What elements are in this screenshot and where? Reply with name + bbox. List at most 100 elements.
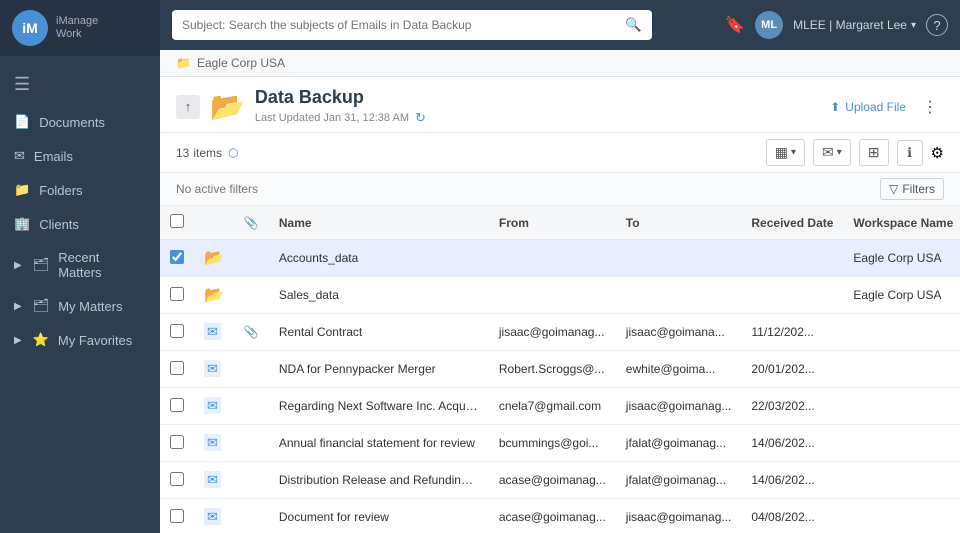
folder-actions: ⬆ Upload File ⋮: [830, 95, 944, 119]
export-icon[interactable]: ⬡: [228, 146, 238, 160]
clients-icon: 🏢: [14, 216, 30, 232]
row-workspace: [843, 425, 960, 462]
view-table-button[interactable]: ▦ ▾: [766, 139, 805, 166]
view-email-button[interactable]: ✉ ▾: [813, 139, 851, 166]
workspace-col-header[interactable]: Workspace Name: [843, 206, 960, 240]
topbar: 🔍 🔖 ML MLEE | Margaret Lee ▾ ?: [160, 0, 960, 50]
row-checkbox-cell: [160, 499, 194, 533]
files-table: 📎 Name From To Received Date Workspace N…: [160, 206, 960, 533]
row-workspace: [843, 499, 960, 533]
select-all-checkbox[interactable]: [170, 214, 184, 228]
sidebar-item-my-matters[interactable]: ▶ 🗂 My Matters: [0, 289, 160, 323]
user-dropdown-icon: ▾: [911, 20, 916, 31]
sidebar: iM iManage Work ☰ 📄 Documents ✉ Emails 📁…: [0, 0, 160, 533]
hamburger-icon[interactable]: ☰: [0, 64, 160, 105]
row-checkbox[interactable]: [170, 250, 184, 264]
date-col-header[interactable]: Received Date: [741, 206, 843, 240]
search-button[interactable]: 🔍: [615, 10, 652, 40]
logo-text: iManage Work: [56, 15, 98, 41]
table-header-row: 📎 Name From To Received Date Workspace N…: [160, 206, 960, 240]
table-row: ✉ 📎 Rental Contract jisaac@goimanag... j…: [160, 314, 960, 351]
row-checkbox[interactable]: [170, 324, 184, 338]
row-checkbox[interactable]: [170, 435, 184, 449]
row-to: jfalat@goimanag...: [616, 425, 742, 462]
row-to: ewhite@goima...: [616, 351, 742, 388]
folder-meta: Last Updated Jan 31, 12:38 AM ↻: [255, 110, 426, 126]
email-icon: ✉: [204, 471, 221, 488]
row-name[interactable]: Sales_data: [269, 277, 489, 314]
row-name[interactable]: Rental Contract: [269, 314, 489, 351]
gear-icon[interactable]: ⚙: [931, 144, 944, 162]
row-name[interactable]: Annual financial statement for review: [269, 425, 489, 462]
table-row: ✉ Document for review acase@goimanag... …: [160, 499, 960, 533]
row-date: [741, 277, 843, 314]
row-name[interactable]: Regarding Next Software Inc. Acquisition…: [269, 388, 489, 425]
sidebar-item-documents[interactable]: 📄 Documents: [0, 105, 160, 139]
back-button[interactable]: ↑: [176, 95, 200, 119]
row-checkbox[interactable]: [170, 509, 184, 523]
bookmark-icon[interactable]: 🔖: [725, 15, 745, 35]
row-to: jisaac@goimanag...: [616, 388, 742, 425]
row-checkbox[interactable]: [170, 398, 184, 412]
search-input[interactable]: [172, 11, 615, 39]
email-icon: ✉: [204, 508, 221, 525]
from-col-header[interactable]: From: [489, 206, 616, 240]
row-checkbox[interactable]: [170, 361, 184, 375]
sidebar-item-label: Recent Matters: [58, 250, 146, 280]
sidebar-item-my-favorites[interactable]: ▶ ⭐ My Favorites: [0, 323, 160, 357]
sidebar-item-label: My Matters: [58, 299, 122, 314]
user-info[interactable]: MLEE | Margaret Lee ▾: [793, 18, 916, 32]
sidebar-item-clients[interactable]: 🏢 Clients: [0, 207, 160, 241]
row-from: acase@goimanag...: [489, 499, 616, 533]
search-box[interactable]: 🔍: [172, 10, 652, 40]
folder-title-group: Data Backup Last Updated Jan 31, 12:38 A…: [255, 87, 426, 126]
help-icon[interactable]: ?: [926, 14, 948, 36]
grid-view-icon: ⊞: [868, 144, 880, 161]
view-email-dropdown-icon: ▾: [837, 147, 842, 158]
folder-more-button[interactable]: ⋮: [916, 95, 944, 119]
breadcrumb-item[interactable]: Eagle Corp USA: [197, 56, 285, 70]
row-workspace: [843, 314, 960, 351]
row-type-icon: ✉: [194, 462, 234, 499]
topbar-right: 🔖 ML MLEE | Margaret Lee ▾ ?: [725, 11, 948, 39]
upload-file-button[interactable]: ⬆ Upload File: [830, 100, 906, 114]
sidebar-item-recent-matters[interactable]: ▶ 🗂 Recent Matters: [0, 241, 160, 289]
user-avatar[interactable]: ML: [755, 11, 783, 39]
attach-col-header: 📎: [234, 206, 269, 240]
row-from: jisaac@goimanag...: [489, 314, 616, 351]
refresh-icon[interactable]: ↻: [415, 110, 426, 126]
row-checkbox[interactable]: [170, 287, 184, 301]
to-col-header[interactable]: To: [616, 206, 742, 240]
row-workspace: Eagle Corp USA: [843, 240, 960, 277]
view-grid-button[interactable]: ⊞: [859, 139, 889, 166]
row-type-icon: ✉: [194, 314, 234, 351]
row-date: 20/01/202...: [741, 351, 843, 388]
folder-large-icon: 📂: [210, 90, 245, 123]
row-to: [616, 240, 742, 277]
row-checkbox-cell: [160, 388, 194, 425]
row-type-icon: ✉: [194, 499, 234, 533]
row-name[interactable]: Distribution Release and Refunding Agre.…: [269, 462, 489, 499]
row-checkbox-cell: [160, 277, 194, 314]
table-row: ✉ Regarding Next Software Inc. Acquisiti…: [160, 388, 960, 425]
name-col-header[interactable]: Name: [269, 206, 489, 240]
row-name[interactable]: Document for review: [269, 499, 489, 533]
row-checkbox[interactable]: [170, 472, 184, 486]
row-name[interactable]: Accounts_data: [269, 240, 489, 277]
row-name[interactable]: NDA for Pennypacker Merger: [269, 351, 489, 388]
sidebar-item-label: Emails: [34, 149, 73, 164]
row-to: jfalat@goimanag...: [616, 462, 742, 499]
table-row: ✉ Distribution Release and Refunding Agr…: [160, 462, 960, 499]
sidebar-item-folders[interactable]: 📁 Folders: [0, 173, 160, 207]
main-content: 🔍 🔖 ML MLEE | Margaret Lee ▾ ? 📁 Eagle C…: [160, 0, 960, 533]
filter-button[interactable]: ▽ Filters: [880, 178, 944, 200]
sidebar-item-emails[interactable]: ✉ Emails: [0, 139, 160, 173]
row-attach: [234, 351, 269, 388]
attachment-icon: 📎: [244, 325, 259, 339]
info-button[interactable]: ℹ: [897, 140, 923, 166]
row-type-icon: ✉: [194, 425, 234, 462]
row-workspace: Eagle Corp USA: [843, 277, 960, 314]
table-row: 📂 Accounts_data Eagle Corp USA ⋮: [160, 240, 960, 277]
search-icon: 🔍: [625, 17, 642, 32]
email-icon: ✉: [204, 397, 221, 414]
